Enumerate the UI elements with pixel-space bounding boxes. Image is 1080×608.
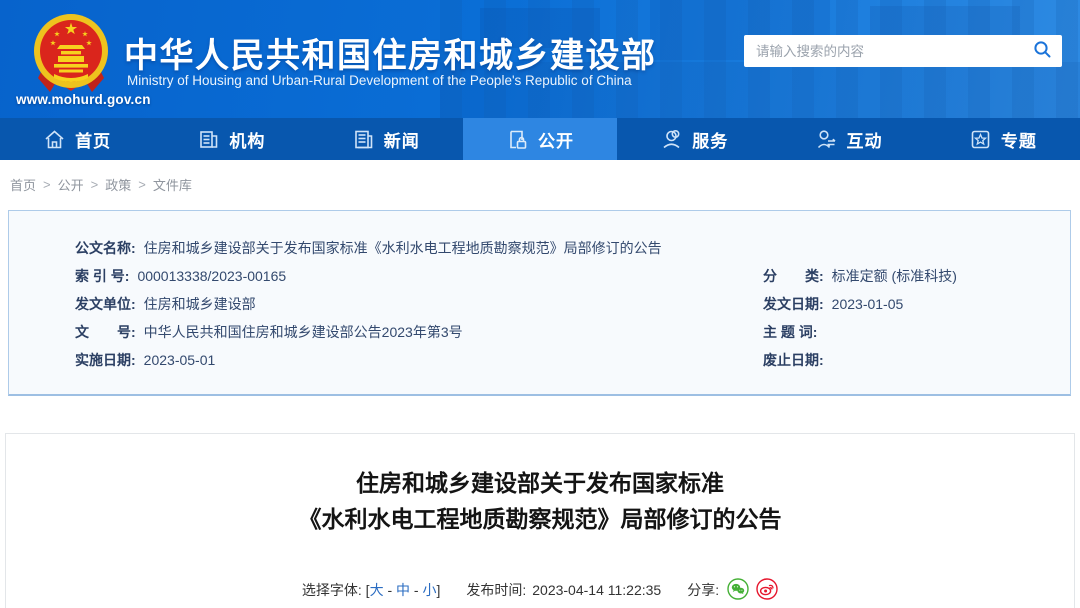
breadcrumb-separator: > xyxy=(90,177,99,192)
nav-item-label: 服务 xyxy=(692,131,729,151)
nav-item-label: 专题 xyxy=(1000,131,1037,151)
search-icon xyxy=(1033,40,1052,62)
breadcrumb-separator: > xyxy=(43,177,51,192)
document-meta-box: 公文名称: 住房和城乡建设部关于发布国家标准《水利水电工程地质勘察规范》局部修订… xyxy=(8,210,1071,396)
service-icon xyxy=(660,128,683,151)
meta-label: 文 号: xyxy=(75,324,136,340)
meta-row: 发文单位: 住房和城乡建设部 发文日期: 2023-01-05 xyxy=(75,290,1070,318)
topics-icon xyxy=(969,128,992,151)
article-title-line1: 住房和城乡建设部关于发布国家标准 xyxy=(356,470,724,496)
site-title-cn: 中华人民共和国住房和城乡建设部 xyxy=(124,37,657,75)
meta-label: 分 类: xyxy=(763,268,824,284)
article-title: 住房和城乡建设部关于发布国家标准 《水利水电工程地质勘察规范》局部修订的公告 xyxy=(6,465,1074,537)
share-label: 分享: xyxy=(687,582,720,598)
meta-value: 中华人民共和国住房和城乡建设部公告2023年第3号 xyxy=(143,324,463,340)
meta-value: 住房和城乡建设部关于发布国家标准《水利水电工程地质勘察规范》局部修订的公告 xyxy=(143,240,662,256)
meta-label: 实施日期: xyxy=(75,352,136,368)
font-size-separator: - xyxy=(383,582,397,598)
weibo-share-button[interactable] xyxy=(756,577,778,603)
news-icon xyxy=(352,128,375,151)
wechat-share-button[interactable] xyxy=(727,577,749,603)
home-icon xyxy=(43,128,66,151)
meta-row: 文 号: 中华人民共和国住房和城乡建设部公告2023年第3号 主 题 词: xyxy=(75,318,1070,346)
nav-item-organization[interactable]: 机构 xyxy=(154,118,308,160)
article-meta-bar: 选择字体: [ 大 - 中 - 小 ] 发布时间: 2023-04-14 11:… xyxy=(6,577,1074,603)
nav-item-interaction[interactable]: 互动 xyxy=(771,118,925,160)
nav-item-news[interactable]: 新闻 xyxy=(309,118,463,160)
disclosure-icon xyxy=(506,128,529,151)
meta-label: 索 引 号: xyxy=(75,268,130,284)
breadcrumb-document-library[interactable]: 文件库 xyxy=(153,175,192,194)
nav-item-label: 首页 xyxy=(75,131,112,151)
search-button[interactable] xyxy=(1033,40,1052,62)
site-url: www.mohurd.gov.cn xyxy=(16,92,151,107)
meta-label: 主 题 词: xyxy=(763,324,818,340)
meta-value: 2023-05-01 xyxy=(143,352,216,368)
breadcrumb-policy[interactable]: 政策 xyxy=(105,175,131,194)
nav-item-label: 机构 xyxy=(229,131,266,151)
nav-item-label: 公开 xyxy=(537,131,574,151)
font-size-small-button[interactable]: 小 xyxy=(422,580,436,600)
nav-item-label: 新闻 xyxy=(383,131,420,151)
nav-item-home[interactable]: 首页 xyxy=(0,118,154,160)
nav-item-label: 互动 xyxy=(846,131,883,151)
weibo-icon xyxy=(756,577,778,603)
site-header: www.mohurd.gov.cn 中华人民共和国住房和城乡建设部 Minist… xyxy=(0,0,1080,118)
font-size-medium-button[interactable]: 中 xyxy=(396,580,410,600)
meta-label: 公文名称: xyxy=(75,240,136,256)
meta-value: 标准定额 (标准科技) xyxy=(831,268,957,284)
main-nav: 首页 机构 新闻 公开 服务 互动 专题 xyxy=(0,118,1080,160)
search-box xyxy=(744,35,1062,67)
breadcrumb-home[interactable]: 首页 xyxy=(10,175,36,194)
china-national-emblem-icon xyxy=(30,12,112,99)
interaction-icon xyxy=(815,128,838,151)
breadcrumb-separator: > xyxy=(138,177,146,192)
meta-label: 发文单位: xyxy=(75,296,136,312)
meta-value: 住房和城乡建设部 xyxy=(143,296,256,312)
organization-icon xyxy=(197,128,220,151)
meta-row: 实施日期: 2023-05-01 废止日期: xyxy=(75,346,1070,374)
breadcrumb-disclosure[interactable]: 公开 xyxy=(58,175,84,194)
font-size-selector: 选择字体: [ 大 - 中 - 小 ] xyxy=(302,580,440,600)
breadcrumb: 首页 > 公开 > 政策 > 文件库 xyxy=(10,175,192,194)
share-icons xyxy=(727,577,778,603)
meta-value: 000013338/2023-00165 xyxy=(137,268,287,284)
nav-item-services[interactable]: 服务 xyxy=(617,118,771,160)
meta-value: 2023-01-05 xyxy=(831,296,904,312)
site-title-en: Ministry of Housing and Urban-Rural Deve… xyxy=(127,73,632,88)
publish-time-value: 2023-04-14 11:22:35 xyxy=(532,582,662,598)
publish-time-label: 发布时间: xyxy=(466,582,527,598)
search-input[interactable] xyxy=(756,43,1033,59)
article-title-line2: 《水利水电工程地质勘察规范》局部修订的公告 xyxy=(298,506,782,532)
article-box: 住房和城乡建设部关于发布国家标准 《水利水电工程地质勘察规范》局部修订的公告 选… xyxy=(5,433,1075,608)
meta-label: 发文日期: xyxy=(763,296,824,312)
mohurd-gov-page: www.mohurd.gov.cn 中华人民共和国住房和城乡建设部 Minist… xyxy=(0,0,1080,608)
font-size-large-button[interactable]: 大 xyxy=(370,580,384,600)
nav-item-topics[interactable]: 专题 xyxy=(926,118,1080,160)
font-selector-label: 选择字体: xyxy=(301,582,362,598)
meta-label: 废止日期: xyxy=(763,352,824,368)
meta-row: 索 引 号: 000013338/2023-00165 分 类: 标准定额 (标… xyxy=(75,262,1070,290)
nav-item-disclosure[interactable]: 公开 xyxy=(462,118,618,160)
font-size-separator: - xyxy=(410,582,423,598)
wechat-icon xyxy=(727,577,749,603)
meta-row-title: 公文名称: 住房和城乡建设部关于发布国家标准《水利水电工程地质勘察规范》局部修订… xyxy=(75,234,1070,262)
bracket-close: ] xyxy=(436,582,441,598)
